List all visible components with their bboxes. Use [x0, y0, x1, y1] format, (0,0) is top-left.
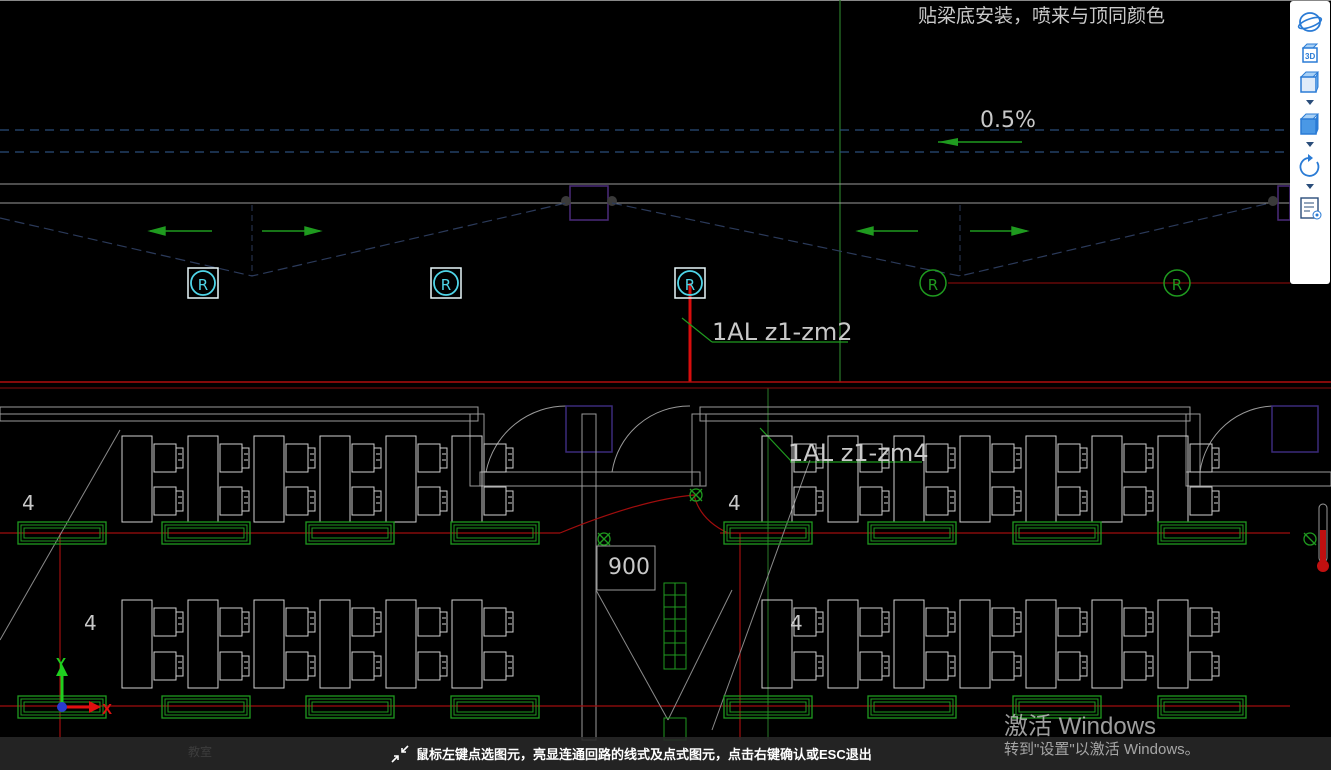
pipe-node	[561, 196, 571, 206]
desk-pair	[319, 599, 382, 689]
windows-activation-title: 激活 Windows	[1004, 713, 1157, 740]
ucs-axis-icon: Y X	[56, 655, 112, 718]
desk-pair	[385, 435, 448, 523]
circuit-wire	[0, 494, 1290, 740]
desk-pair	[121, 435, 184, 523]
windows-activation-subtitle: 转到"设置"以激活 Windows。	[1004, 741, 1200, 758]
cad-drawing-canvas[interactable]: 贴梁底安装，喷来与顶同颜色 0.5% R R R R R 1AL z1-zm2 …	[0, 0, 1331, 770]
count-label: 4	[22, 491, 35, 515]
desk-pair	[187, 599, 250, 689]
light-fixture[interactable]	[161, 695, 251, 719]
column	[1271, 405, 1319, 453]
layer-settings-button[interactable]	[1294, 193, 1326, 223]
svg-text:R: R	[928, 276, 938, 294]
desk-pair	[1091, 599, 1154, 689]
count-label: 4	[84, 611, 97, 635]
chevron-down-icon	[1306, 99, 1314, 105]
svg-text:3D: 3D	[1305, 52, 1315, 61]
slope-arrowhead	[938, 138, 958, 146]
desk-pair	[1157, 599, 1220, 689]
svg-text:R: R	[685, 276, 695, 294]
rotate-dropdown[interactable]	[1305, 182, 1315, 190]
rotate-button[interactable]	[1294, 151, 1326, 181]
leader-line	[681, 317, 713, 343]
drain-slope-line	[0, 202, 567, 277]
3d-view-button[interactable]: 3D	[1294, 37, 1326, 67]
slope-label: 0.5%	[980, 108, 1036, 133]
box-view-alt-dropdown[interactable]	[1305, 140, 1315, 148]
orbit-button[interactable]	[1294, 7, 1326, 37]
layer-settings-icon	[1300, 197, 1322, 220]
light-fixture[interactable]	[1157, 695, 1247, 719]
installation-note: 贴梁底安装，喷来与顶同颜色	[918, 5, 1165, 27]
desk-pair	[893, 599, 956, 689]
desk-pair	[253, 435, 316, 523]
flow-arrows	[147, 226, 1030, 236]
cable-ladder	[663, 582, 687, 741]
svg-text:R: R	[441, 276, 451, 294]
desk-pair	[187, 435, 250, 523]
box-view-icon	[1299, 71, 1320, 93]
dimension-label: 900	[608, 555, 650, 580]
rotate-icon	[1299, 154, 1320, 177]
command-prompt: 鼠标左键点选图元，亮显连通回路的线式及点式图元，点击右键确认或ESC退出	[390, 737, 872, 770]
wall	[581, 413, 597, 741]
light-fixture[interactable]	[305, 695, 395, 719]
desk-pair	[1025, 435, 1088, 523]
pipe-node	[1268, 196, 1278, 206]
chevron-down-icon	[1306, 183, 1314, 189]
desk-pair	[959, 435, 1022, 523]
collapse-arrows-icon	[391, 744, 409, 763]
3d-view-icon: 3D	[1301, 43, 1319, 63]
circuit-label: 1AL z1-zm2	[712, 318, 852, 346]
orbit-icon	[1297, 12, 1323, 32]
pipe-node	[607, 196, 617, 206]
svg-text:R: R	[1172, 276, 1182, 294]
desk-pair	[319, 435, 382, 523]
desk-pair	[761, 599, 824, 689]
x-axis-label: X	[102, 701, 112, 718]
view-toolbar: 3D	[1290, 1, 1330, 284]
count-label: 4	[728, 491, 741, 515]
chevron-down-icon	[1306, 141, 1314, 147]
y-axis-label: Y	[56, 655, 66, 672]
light-fixture[interactable]	[450, 695, 540, 719]
desk-pair	[1157, 435, 1220, 523]
desk-pair	[1025, 599, 1088, 689]
desk-pair	[121, 599, 184, 689]
desk-pair	[451, 435, 514, 523]
desk-pair	[827, 599, 890, 689]
command-prompt-text: 鼠标左键点选图元，亮显连通回路的线式及点式图元，点击右键确认或ESC退出	[416, 747, 872, 762]
device[interactable]: R	[919, 269, 947, 297]
desk-pair	[451, 599, 514, 689]
column	[565, 405, 613, 453]
box-view-alt-icon	[1299, 113, 1320, 135]
desk-pair	[385, 599, 448, 689]
thermometer-icon	[1317, 503, 1329, 572]
desk-pair	[1091, 435, 1154, 523]
desk-layout	[121, 435, 1220, 689]
light-fixture[interactable]	[867, 695, 957, 719]
wall-strip	[0, 406, 1331, 487]
desk-pair	[959, 599, 1022, 689]
drain-slope-line	[611, 202, 1271, 277]
box-view-alt-button[interactable]	[1294, 109, 1326, 139]
light-fixture-group	[17, 521, 1247, 719]
box-view-dropdown[interactable]	[1305, 98, 1315, 106]
desk-pair	[253, 599, 316, 689]
svg-text:R: R	[198, 276, 208, 294]
box-view-button[interactable]	[1294, 67, 1326, 97]
